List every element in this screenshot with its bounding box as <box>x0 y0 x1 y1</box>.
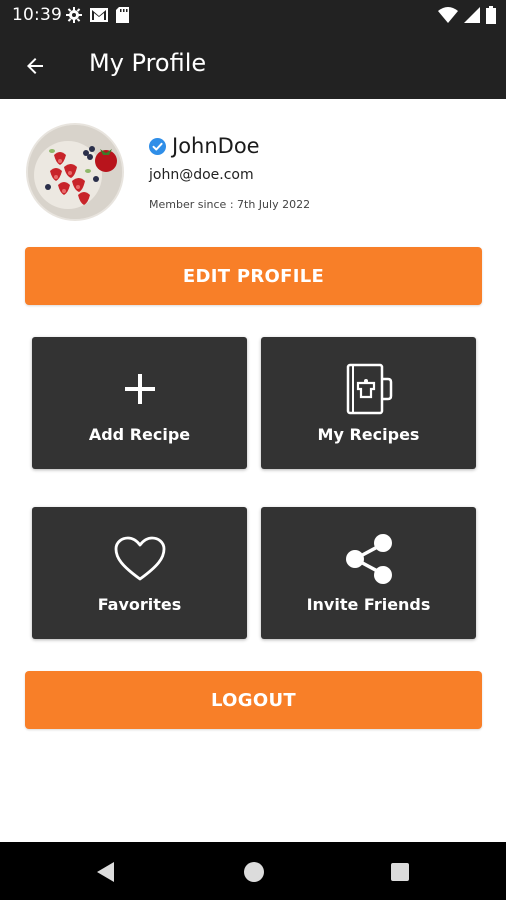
wifi-icon <box>438 6 458 28</box>
heart-icon <box>114 533 166 585</box>
member-since: Member since : 7th July 2022 <box>149 198 311 211</box>
arrow-back-icon <box>27 58 43 74</box>
tile-label: Add Recipe <box>88 425 191 444</box>
sd-card-icon <box>116 7 129 27</box>
battery-icon <box>486 6 496 28</box>
system-nav-bar <box>0 842 506 900</box>
tile-label: Favorites <box>97 595 182 614</box>
nav-back-button[interactable] <box>94 860 118 884</box>
back-button[interactable] <box>20 51 50 81</box>
gmail-icon <box>90 7 108 27</box>
profile-email: john@doe.com <box>149 167 254 183</box>
home-circle-icon <box>244 862 264 882</box>
nav-recents-button[interactable] <box>388 860 412 884</box>
nav-home-button[interactable] <box>242 860 266 884</box>
profile-name-row: JohnDoe <box>149 134 260 158</box>
avatar[interactable] <box>26 123 124 221</box>
plus-icon <box>123 363 157 415</box>
status-icons-left <box>66 7 129 27</box>
profile-header: JohnDoe john@doe.com Member since : 7th … <box>0 99 506 239</box>
back-triangle-icon <box>97 862 114 882</box>
add-recipe-tile[interactable]: Add Recipe <box>32 337 247 469</box>
status-bar: 10:39 <box>0 0 506 32</box>
tile-label: Invite Friends <box>306 595 431 614</box>
signal-icon <box>464 6 480 28</box>
tile-label: My Recipes <box>317 425 420 444</box>
app-bar: My Profile <box>0 32 506 99</box>
favorites-tile[interactable]: Favorites <box>32 507 247 639</box>
verified-badge-icon <box>149 137 166 155</box>
status-time: 10:39 <box>12 5 62 25</box>
edit-profile-button[interactable]: EDIT PROFILE <box>25 247 482 305</box>
strawberry-plate-image <box>28 125 122 219</box>
status-icons-right <box>438 6 496 28</box>
logout-button[interactable]: LOGOUT <box>25 671 482 729</box>
share-icon <box>343 533 395 585</box>
settings-icon <box>66 7 82 27</box>
profile-name: JohnDoe <box>172 134 260 158</box>
page-title: My Profile <box>89 49 207 77</box>
invite-friends-tile[interactable]: Invite Friends <box>261 507 476 639</box>
my-recipes-tile[interactable]: My Recipes <box>261 337 476 469</box>
recipe-book-icon <box>344 363 394 415</box>
recents-square-icon <box>391 863 409 881</box>
